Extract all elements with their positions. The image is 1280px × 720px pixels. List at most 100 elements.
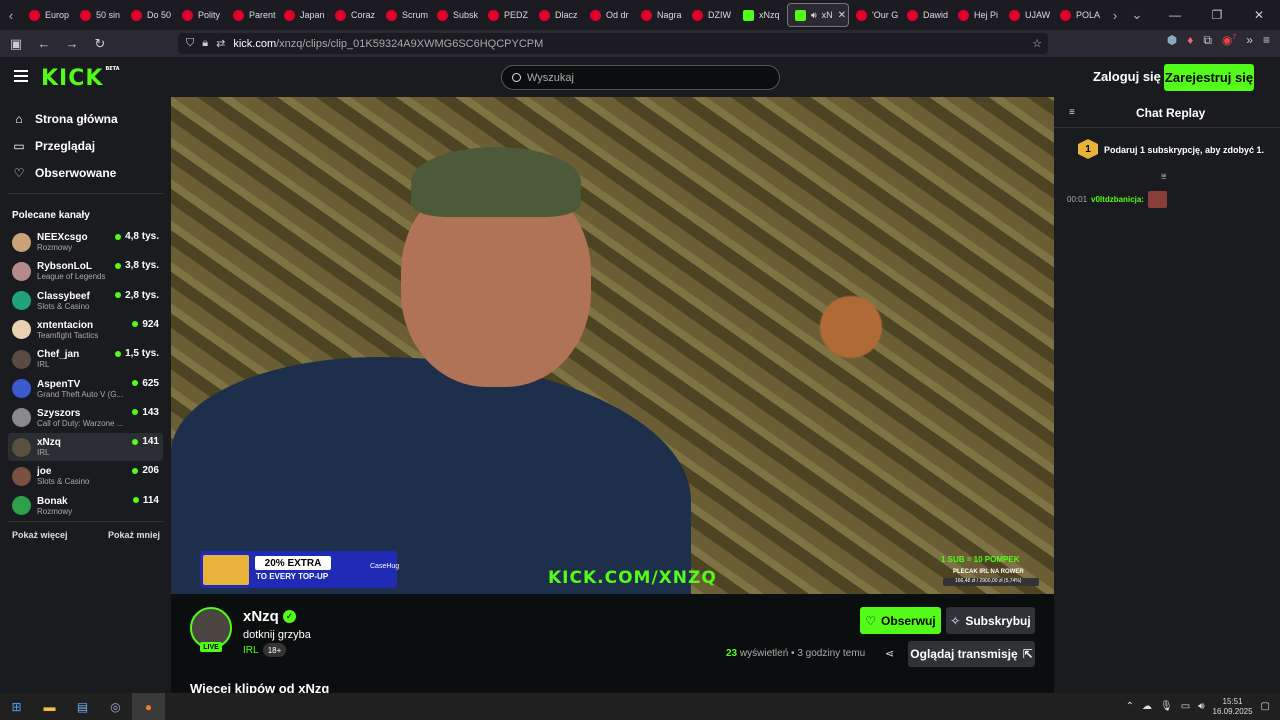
network-icon[interactable]: ▭: [1181, 701, 1190, 712]
show-more-button[interactable]: Pokaż więcej: [12, 530, 68, 540]
microphone-icon[interactable]: 🎙︎: [1160, 701, 1173, 712]
clock[interactable]: 15:51 16.09.2025: [1213, 697, 1253, 717]
channel-category: Grand Theft Auto V (G...: [37, 389, 124, 399]
browser-tab[interactable]: xNzq: [736, 0, 787, 30]
register-button[interactable]: Zarejestruj się: [1164, 64, 1254, 91]
channel-item[interactable]: Classybeef Slots & Casino 2,8 tys.: [8, 287, 163, 315]
search-icon: [512, 73, 521, 82]
sidebar-toggle-icon[interactable]: ▣: [4, 32, 28, 56]
browser-tab[interactable]: Parent: [226, 0, 277, 30]
youtube-favicon-icon: [386, 9, 397, 21]
reload-icon[interactable]: ↻: [88, 32, 112, 56]
close-window-icon[interactable]: ✕: [1238, 0, 1280, 30]
browser-tab[interactable]: Nagra: [634, 0, 685, 30]
notifications-icon[interactable]: ▢: [1261, 701, 1270, 712]
channel-viewers: 625: [132, 378, 162, 389]
browser-tab[interactable]: PEDZ: [481, 0, 532, 30]
channel-item[interactable]: AspenTV Grand Theft Auto V (G... 625: [8, 375, 163, 403]
show-less-button[interactable]: Pokaż mniej: [108, 530, 160, 540]
gift-sub-text[interactable]: Podaruj 1 subskrypcję, aby zdobyć 1.: [1104, 145, 1264, 155]
channel-item[interactable]: NEEXcsgo Rozmowy 4,8 tys.: [8, 228, 163, 256]
nav-following-label: Obserwowane: [35, 166, 117, 180]
browser-tab[interactable]: 🔊︎ xN ✕: [787, 3, 849, 27]
browser-tab[interactable]: Dawid: [900, 0, 951, 30]
nav-following[interactable]: ♡ Obserwowane: [12, 166, 117, 180]
steam-icon[interactable]: ◎: [99, 693, 132, 720]
follow-button[interactable]: ♡ Obserwuj: [860, 607, 941, 634]
restore-icon[interactable]: ❐: [1196, 0, 1238, 30]
back-icon[interactable]: ←: [32, 32, 56, 56]
address-bar[interactable]: ⛉ 🔒︎ ⇄ kick.com/xnzq/clips/clip_01K59324…: [178, 33, 1048, 54]
volume-icon[interactable]: 🔊︎: [1198, 701, 1204, 712]
chat-scroll-icon[interactable]: ⩸: [1161, 171, 1166, 182]
firefox-icon[interactable]: ●: [132, 693, 165, 720]
live-dot-icon: [115, 233, 122, 240]
kick-logo[interactable]: KICK BETA: [41, 66, 120, 91]
subscribe-button[interactable]: ✧ Subskrybuj: [946, 607, 1035, 634]
browser-tab[interactable]: UJAW: [1002, 0, 1053, 30]
channel-item[interactable]: RybsonLoL League of Legends 3,8 tys.: [8, 257, 163, 285]
hamburger-menu-icon[interactable]: [14, 70, 28, 82]
fox-extension-icon[interactable]: ♦: [1187, 33, 1193, 48]
verified-icon: ✓: [283, 610, 296, 623]
streamer-name[interactable]: xNzq: [243, 608, 279, 625]
watch-stream-button[interactable]: Oglądaj transmisję ⇱: [908, 641, 1035, 667]
channel-item[interactable]: xntentacion Teamfight Tactics 924: [8, 316, 163, 344]
browser-tab[interactable]: POLA: [1053, 0, 1104, 30]
windows-start-icon[interactable]: ⊞: [0, 693, 33, 720]
onedrive-icon[interactable]: ☁: [1142, 701, 1152, 712]
tabs-scroll-right-icon[interactable]: ›: [1104, 0, 1126, 30]
vpn-extension-icon[interactable]: ⬢: [1167, 33, 1177, 48]
search-input[interactable]: Wyszukaj: [501, 65, 780, 90]
youtube-favicon-icon: [692, 9, 703, 21]
live-dot-icon: [132, 497, 139, 504]
live-dot-icon: [132, 380, 139, 386]
tabs-list-icon[interactable]: ⌄: [1126, 0, 1148, 30]
browser-tab[interactable]: Subsk: [430, 0, 481, 30]
browser-tab[interactable]: Japan: [277, 0, 328, 30]
browser-tab[interactable]: Do 50: [124, 0, 175, 30]
video-player[interactable]: 20% EXTRA TO EVERY TOP-UP CaseHug KICK.C…: [171, 97, 1054, 594]
browser-tab[interactable]: Hej Pi: [951, 0, 1002, 30]
file-explorer-icon[interactable]: ▬: [33, 693, 66, 720]
adblock-extension-icon[interactable]: ◉7: [1222, 33, 1236, 48]
nav-browse[interactable]: ▭ Przeglądaj: [12, 139, 95, 153]
channel-viewers: 1,5 tys.: [115, 348, 162, 359]
browser-tab[interactable]: Scrum: [379, 0, 430, 30]
remote-desktop-icon[interactable]: ▤: [66, 693, 99, 720]
channel-item[interactable]: xNzq IRL 141: [8, 433, 163, 462]
permissions-icon[interactable]: ⇄: [216, 37, 225, 50]
shield-icon[interactable]: ⛉: [186, 37, 194, 50]
browser-tab-label: Do 50: [147, 10, 172, 20]
login-button[interactable]: Zaloguj się: [1093, 69, 1161, 84]
browser-tab[interactable]: 'Our G: [849, 0, 900, 30]
channel-item[interactable]: Bonak Rozmowy 114: [8, 492, 163, 520]
tab-audio-icon[interactable]: 🔊︎: [811, 10, 817, 21]
browser-tab[interactable]: Polity: [175, 0, 226, 30]
browser-tab[interactable]: 50 sin: [73, 0, 124, 30]
forward-icon[interactable]: →: [60, 32, 84, 56]
channel-item[interactable]: Chef_jan IRL 1,5 tys.: [8, 345, 163, 373]
browser-tab[interactable]: Dlacz: [532, 0, 583, 30]
channel-item[interactable]: Szyszors Call of Duty: Warzone ... 143: [8, 404, 163, 432]
browser-tab[interactable]: Europ: [22, 0, 73, 30]
app-menu-icon[interactable]: ≡: [1263, 33, 1270, 48]
browser-tab[interactable]: Od dr: [583, 0, 634, 30]
overflow-chevrons-icon[interactable]: »: [1246, 33, 1253, 48]
tabs-scroll-left-icon[interactable]: ‹: [0, 0, 22, 30]
browser-tab[interactable]: DZIW: [685, 0, 736, 30]
tab-close-icon[interactable]: ✕: [838, 10, 846, 21]
channel-item[interactable]: joe Slots & Casino 206: [8, 462, 163, 490]
category-link[interactable]: IRL: [243, 645, 259, 656]
chat-collapse-icon[interactable]: ≡: [1069, 107, 1075, 118]
browser-tab[interactable]: Coraz: [328, 0, 379, 30]
nav-home[interactable]: ⌂ Strona główna: [12, 112, 117, 126]
extensions-puzzle-icon[interactable]: ⧉: [1203, 33, 1212, 48]
share-icon[interactable]: ⋖: [885, 647, 894, 660]
tray-chevron-icon[interactable]: ⌃: [1126, 701, 1134, 712]
minimize-icon[interactable]: —: [1154, 0, 1196, 30]
viewer-count: 1,5 tys.: [125, 348, 159, 360]
bookmark-star-icon[interactable]: ☆: [1032, 37, 1042, 50]
chat-message-user[interactable]: v0ltdzbanicja:: [1091, 195, 1144, 204]
lock-icon[interactable]: 🔒︎: [202, 37, 208, 50]
